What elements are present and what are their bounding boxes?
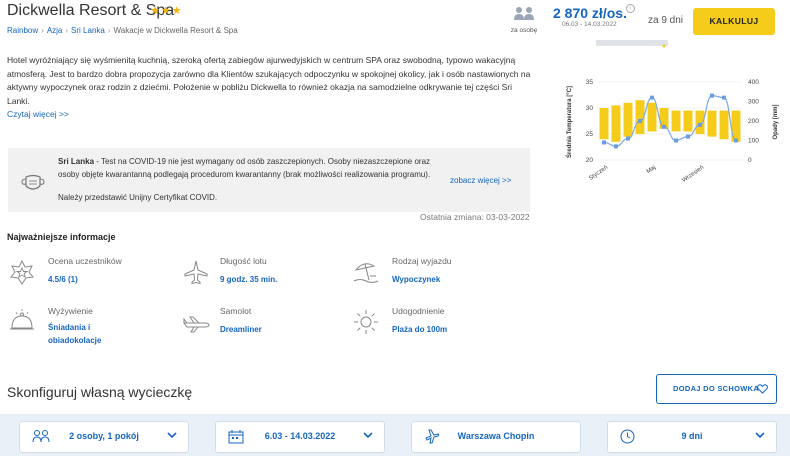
beach-umbrella-icon — [353, 263, 379, 283]
covid-country: Sri Lanka — [58, 157, 95, 166]
covid-text: Sri Lanka - Test na COVID-19 nie jest wy… — [58, 156, 443, 181]
configure-title: Skonfiguruj własną wycieczkę — [7, 384, 193, 400]
cloche-icon — [10, 309, 34, 330]
precipitation-point — [674, 138, 678, 143]
chart-legend-dot — [662, 44, 666, 48]
dates-select[interactable]: 6.03 - 14.03.2022 — [215, 421, 385, 453]
x-tick-label: Styczeń — [588, 165, 609, 182]
price: 2 870 zł/os. — [553, 5, 627, 21]
departure-airport-value: Warszawa Chopin — [457, 431, 535, 441]
temperature-bar — [647, 102, 657, 132]
precipitation-point — [698, 122, 702, 127]
hotel-description: Hotel wyróżniający się wyśmienitą kuchni… — [7, 54, 535, 122]
duration-select[interactable]: 9 dni — [607, 421, 777, 453]
y-left-tick-label: 25 — [586, 131, 594, 138]
persons-rooms-value: 2 osoby, 1 pokój — [69, 431, 139, 441]
x-tick-label: Wrzesień — [681, 165, 705, 184]
breadcrumb-current: Wakacje w Dickwella Resort & Spa — [113, 26, 238, 35]
chevron-down-icon — [167, 432, 177, 439]
flight-length-value: 9 godz. 35 min. — [220, 275, 278, 284]
chart-title-strip — [596, 40, 668, 46]
airliner-icon — [183, 316, 210, 333]
duration-value: 9 dni — [681, 431, 703, 441]
breadcrumb-item[interactable]: Rainbow — [7, 26, 38, 35]
y-right-tick-label: 200 — [748, 118, 759, 125]
calculate-button[interactable]: KALKULUJ — [693, 8, 775, 35]
rating-value: 4.5/6 (1) — [48, 275, 78, 284]
read-more-link[interactable]: Czytaj więcej >> — [7, 108, 535, 122]
rating-label: Ocena uczestników — [48, 256, 122, 266]
precipitation-point — [602, 140, 606, 145]
sun-icon — [354, 310, 378, 334]
chevron-down-icon — [755, 432, 765, 439]
precipitation-point — [662, 124, 666, 129]
chevron-down-icon — [363, 432, 373, 439]
precipitation-point — [614, 144, 618, 149]
info-icon[interactable]: i — [626, 4, 635, 13]
temperature-bars — [599, 100, 741, 142]
board-label: Wyżywienie — [48, 306, 93, 316]
dates-value: 6.03 - 14.03.2022 — [264, 431, 336, 441]
breadcrumb: Rainbow › Azja › Sri Lanka › Wakacje w Dickwel… — [7, 26, 238, 35]
mask-icon — [21, 174, 45, 190]
breadcrumb-item[interactable]: Azja — [47, 26, 63, 35]
board-value: Śniadania i obiadokolacje — [48, 323, 102, 345]
temperature-bar — [683, 110, 693, 132]
temperature-bar — [611, 105, 621, 142]
plane-icon — [184, 260, 208, 285]
precipitation-point — [734, 138, 738, 143]
temperature-bar — [707, 110, 717, 137]
covid-more-link[interactable]: zobacz więcej >> — [450, 176, 511, 185]
covid-note: Należy przedstawić Unijny Certyfikat COV… — [58, 193, 218, 202]
departure-airport-select[interactable]: Warszawa Chopin — [411, 421, 581, 453]
temperature-bar — [599, 108, 609, 140]
y-right-tick-label: 400 — [748, 79, 759, 86]
heart-icon — [757, 384, 768, 394]
climate-chart: 202530350100200300400Styczeń Maj Wrzesień … — [566, 40, 779, 184]
covid-description: - Test na COVID-19 nie jest wymagany od … — [58, 157, 431, 179]
precipitation-point — [626, 136, 630, 141]
price-dates: 06.03 - 14.03.2022 — [562, 21, 617, 28]
y-axis-right-label: Opady [mm] — [773, 104, 779, 139]
precipitation-point — [686, 134, 690, 139]
persons-label: za osobę — [510, 27, 538, 34]
y-right-tick-label: 300 — [748, 99, 759, 106]
precipitation-point — [710, 93, 714, 98]
add-to-favorites-label: DODAJ DO SCHOWKA — [673, 384, 760, 393]
trip-length: za 9 dni — [648, 15, 684, 26]
flight-length-label: Długość lotu — [220, 256, 267, 266]
key-info-heading: Najważniejsze informacje — [7, 232, 116, 242]
y-left-tick-label: 30 — [586, 105, 594, 112]
hotel-stars: ★★★ — [150, 5, 183, 17]
temperature-bar — [671, 110, 681, 132]
trip-type-label: Rodzaj wyjazdu — [392, 256, 452, 266]
precipitation-point — [638, 119, 642, 123]
breadcrumb-item[interactable]: Sri Lanka — [71, 26, 105, 35]
temperature-bar — [719, 110, 729, 140]
aircraft-label: Samolot — [220, 306, 252, 316]
amenity-value: Plaża do 100m — [392, 325, 448, 334]
y-left-tick-label: 20 — [586, 157, 594, 164]
y-right-tick-label: 100 — [748, 138, 759, 145]
precipitation-line — [602, 93, 738, 149]
y-right-tick-label: 0 — [748, 157, 752, 164]
amenity-label: Udogodnienie — [392, 306, 445, 316]
description-text: Hotel wyróżniający się wyśmienitą kuchni… — [7, 55, 531, 106]
precipitation-point — [722, 95, 726, 100]
trip-type-value: Wypoczynek — [392, 275, 441, 284]
persons-selector[interactable]: za osobę — [506, 6, 542, 34]
last-updated: Ostatnia zmiana: 03-03-2022 — [420, 212, 530, 222]
y-left-tick-label: 35 — [586, 79, 594, 86]
x-tick-label: Maj — [646, 165, 657, 175]
people-icon — [514, 7, 534, 20]
temperature-bar — [623, 102, 633, 137]
add-to-favorites-button[interactable]: DODAJ DO SCHOWKA — [656, 374, 777, 404]
star-badge-icon — [10, 259, 34, 285]
y-axis-left-label: Średnia Temperatura [°C] — [566, 86, 573, 158]
persons-rooms-select[interactable]: 2 osoby, 1 pokój — [19, 421, 189, 453]
aircraft-value: Dreamliner — [220, 325, 262, 334]
precipitation-point — [650, 95, 654, 100]
